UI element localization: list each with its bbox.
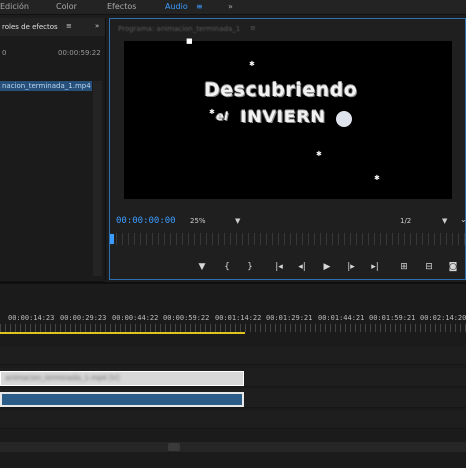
work-area-bar[interactable] (0, 332, 245, 334)
step-back-icon[interactable]: ◂| (295, 257, 309, 277)
timeline-track (0, 346, 466, 365)
timeline-clip[interactable]: animacion_terminada_1.mp4 [V] (0, 371, 244, 386)
effect-controls-start-time: 0 (2, 49, 7, 57)
snowflake-icon: ✱ (316, 150, 322, 158)
monitor-time-ruler[interactable] (110, 233, 465, 245)
video-title-el: el (216, 110, 229, 123)
snowflake-icon: ■ (186, 37, 193, 45)
settings-wrench-icon[interactable]: ⌄ (460, 215, 466, 224)
effect-controls-tabbar: roles de efectos ≡ » (0, 18, 105, 36)
playhead-icon[interactable] (110, 234, 114, 244)
timeline-time-label: 00:01:44:21 (318, 314, 365, 322)
workspace-color[interactable]: Color (56, 2, 77, 11)
workspace-menu-icon[interactable]: ≡ (196, 2, 203, 11)
resolution-select[interactable]: 1/2 (400, 217, 411, 225)
program-monitor: Programa: animacion_terminada_1 ≡ Descub… (109, 18, 466, 280)
zoom-select[interactable]: 25% (190, 217, 206, 225)
panel-menu-icon[interactable]: ≡ (66, 22, 72, 30)
clip-name: animacion_terminada_1.mp4 [V] (5, 374, 120, 382)
mark-in-icon[interactable]: { (220, 257, 234, 277)
workspace-efectos[interactable]: Efectos (107, 2, 136, 11)
workspace-edicion[interactable]: Edición (0, 2, 29, 11)
go-to-in-icon[interactable]: |◂ (272, 257, 286, 277)
tab-effect-controls[interactable]: roles de efectos (2, 23, 58, 31)
effect-controls-clip-name: nacion_terminada_1.mp4 (2, 82, 91, 90)
timeline-scrollbar[interactable] (0, 442, 466, 452)
effect-controls-end-time: 00:00:59:22 (58, 49, 101, 57)
timeline-time-label: 00:02:14:20 (420, 314, 466, 322)
snowflake-icon: ✱ (209, 108, 215, 116)
timeline-time-label: 00:00:14:23 (8, 314, 55, 322)
timeline-time-label: 00:01:14:22 (215, 314, 262, 322)
go-to-out-icon[interactable]: ▸| (368, 257, 382, 277)
timeline-clip-selected[interactable] (0, 392, 244, 407)
timeline-panel: 00:00:14:23 00:00:29:23 00:00:44:22 00:0… (0, 282, 466, 468)
program-monitor-menu-icon[interactable]: ≡ (250, 24, 256, 32)
resolution-chevron-down-icon[interactable]: ▼ (442, 217, 447, 225)
snowflake-icon: ✱ (249, 60, 255, 68)
effect-controls-clip-bar[interactable]: nacion_terminada_1.mp4 (0, 81, 92, 91)
video-preview[interactable]: Descubriendo el INVIERN ■ ✱ ✱ ✱ ✱ (124, 37, 452, 199)
timeline-scroll-thumb[interactable] (168, 443, 180, 451)
timeline-ruler[interactable] (0, 324, 466, 332)
workspace-bar: Edición Color Efectos Audio ≡ » (0, 0, 466, 15)
timeline-track (0, 410, 466, 429)
effect-controls-panel: roles de efectos ≡ » 0 00:00:59:22 nacio… (0, 18, 106, 298)
effect-controls-scrollbar[interactable] (93, 81, 102, 276)
more-panels-icon[interactable]: » (95, 22, 99, 30)
extract-icon[interactable]: ⊟ (422, 257, 436, 277)
program-monitor-tab[interactable]: Programa: animacion_terminada_1 (118, 25, 240, 33)
mark-out-icon[interactable]: } (243, 257, 257, 277)
add-marker-icon[interactable]: ▼ (195, 257, 209, 277)
step-forward-icon[interactable]: |▸ (344, 257, 358, 277)
timeline-time-label: 00:00:29:23 (60, 314, 107, 322)
export-frame-camera-icon[interactable]: ◙ (446, 257, 460, 277)
zoom-chevron-down-icon[interactable]: ▼ (235, 217, 240, 225)
transport-controls: ▼ { } |◂ ◂| ▶ |▸ ▸| ⊞ ⊟ ◙ (110, 257, 465, 279)
snowflake-icon: ✱ (374, 174, 380, 182)
workspace-more-icon[interactable]: » (228, 2, 233, 11)
timeline-time-label: 00:01:29:21 (266, 314, 313, 322)
timeline-time-label: 00:00:59:22 (163, 314, 210, 322)
program-timecode[interactable]: 00:00:00:00 (116, 216, 176, 226)
play-icon[interactable]: ▶ (320, 257, 334, 277)
video-title-invierno: INVIERN (240, 107, 326, 126)
timeline-time-label: 00:00:44:22 (112, 314, 159, 322)
video-title-line1: Descubriendo (204, 79, 358, 101)
snowball-icon (336, 111, 352, 127)
timeline-time-label: 00:01:59:21 (369, 314, 416, 322)
workspace-audio[interactable]: Audio (165, 2, 188, 11)
lift-icon[interactable]: ⊞ (397, 257, 411, 277)
